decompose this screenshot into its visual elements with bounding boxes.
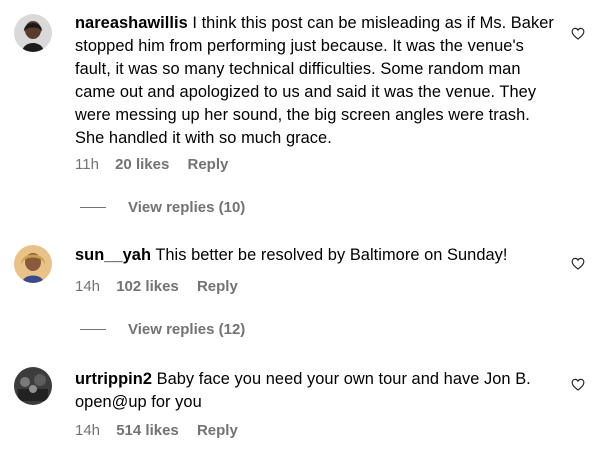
comment-text-block: sun__yah This better be resolved by Balt… bbox=[75, 244, 555, 267]
view-replies-button[interactable]: View replies (10) bbox=[80, 199, 245, 216]
comment-time: 14h bbox=[75, 278, 101, 295]
like-heart-icon[interactable] bbox=[571, 27, 585, 40]
reply-button[interactable]: Reply bbox=[197, 278, 238, 295]
avatar-image bbox=[14, 245, 52, 283]
comment-likes[interactable]: 102 likes bbox=[116, 278, 179, 295]
comment-username[interactable]: nareashawillis bbox=[75, 14, 188, 32]
replies-divider bbox=[80, 206, 106, 208]
comment-username[interactable]: urtrippin2 bbox=[75, 370, 152, 388]
view-replies-label: View replies (10) bbox=[128, 199, 246, 216]
comment-text: I think this post can be misleading as i… bbox=[75, 14, 554, 147]
comment-likes[interactable]: 514 likes bbox=[116, 422, 179, 439]
view-replies-label: View replies (12) bbox=[128, 321, 246, 338]
avatar-image bbox=[14, 367, 52, 405]
replies-divider bbox=[80, 328, 106, 330]
reply-button[interactable]: Reply bbox=[187, 156, 228, 173]
like-heart-icon[interactable] bbox=[571, 257, 585, 270]
comment-likes[interactable]: 20 likes bbox=[115, 156, 169, 173]
avatar-image bbox=[14, 14, 52, 52]
comment-meta: 14h 514 likes Reply bbox=[75, 422, 252, 439]
comment-meta: 11h 20 likes Reply bbox=[75, 156, 242, 173]
comment-meta: 14h 102 likes Reply bbox=[75, 278, 252, 295]
comment-text: This better be resolved by Baltimore on … bbox=[155, 246, 508, 264]
comment-username[interactable]: sun__yah bbox=[75, 246, 151, 264]
comment-time: 11h bbox=[75, 156, 99, 173]
reply-button[interactable]: Reply bbox=[197, 422, 238, 439]
like-heart-icon[interactable] bbox=[571, 378, 585, 391]
comment-text-block: nareashawillis I think this post can be … bbox=[75, 12, 555, 150]
comment-time: 14h bbox=[75, 422, 101, 439]
avatar[interactable] bbox=[14, 14, 52, 52]
avatar[interactable] bbox=[14, 245, 52, 283]
comment-text-block: urtrippin2 Baby face you need your own t… bbox=[75, 368, 555, 414]
avatar[interactable] bbox=[14, 367, 52, 405]
view-replies-button[interactable]: View replies (12) bbox=[80, 321, 245, 338]
